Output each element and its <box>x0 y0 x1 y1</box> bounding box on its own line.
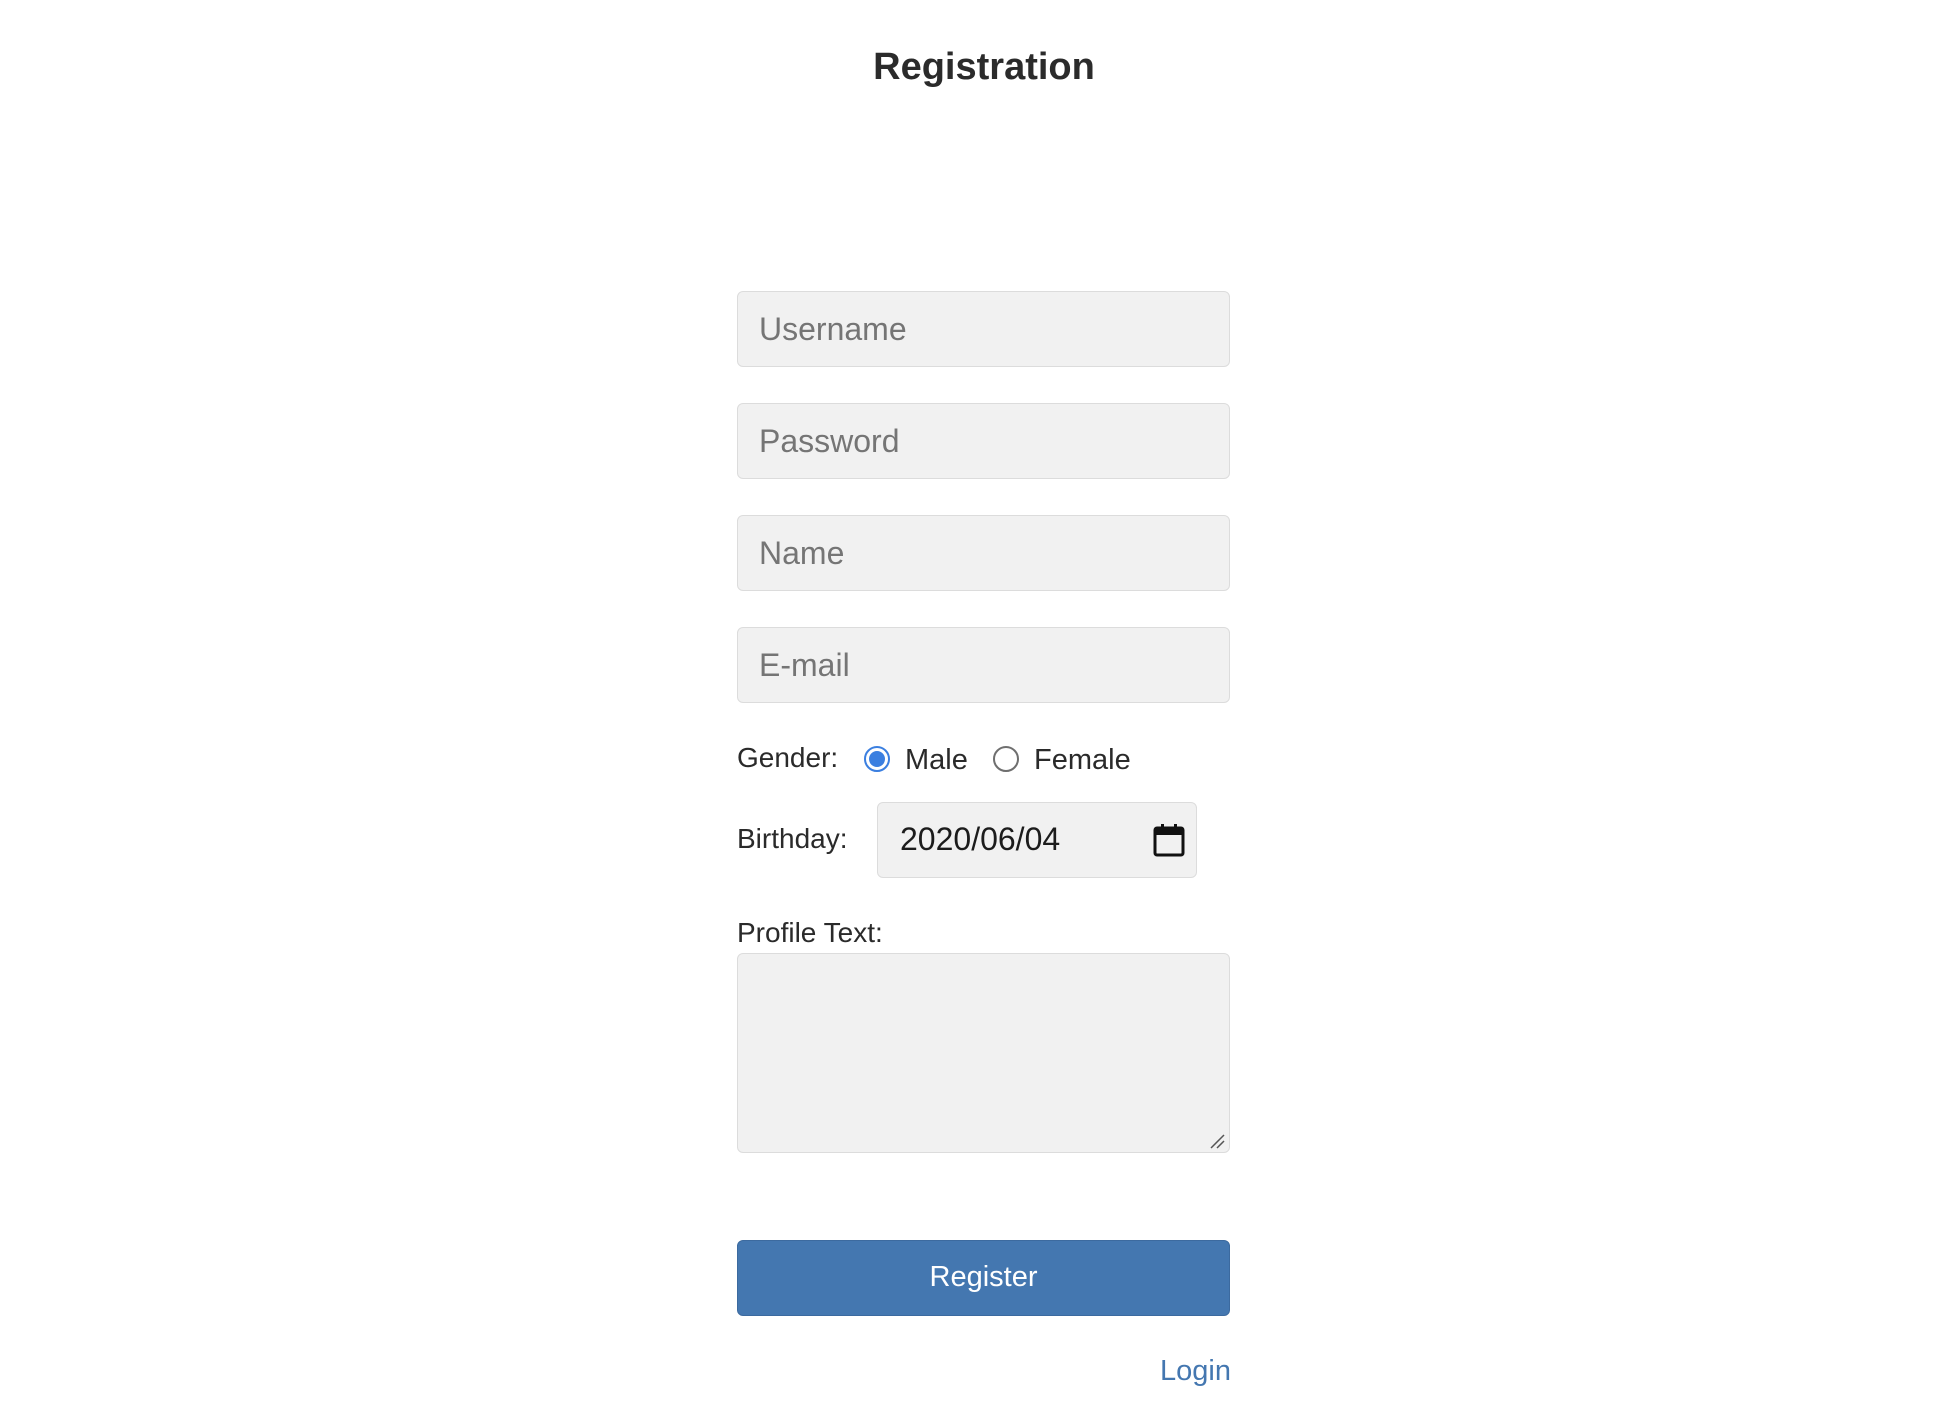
calendar-icon[interactable] <box>1153 823 1185 857</box>
gender-male-label[interactable]: Male <box>905 744 968 777</box>
gender-female-label[interactable]: Female <box>1034 744 1131 777</box>
login-link[interactable]: Login <box>1160 1355 1231 1388</box>
gender-label: Gender: <box>737 742 839 773</box>
name-field[interactable] <box>737 515 1230 591</box>
birthday-value[interactable]: 2020/06/04 <box>900 821 1060 858</box>
page-title: Registration <box>873 46 1095 88</box>
resize-handle-icon[interactable] <box>1209 1133 1225 1149</box>
registration-page: Registration Gender: Male Female Birthda… <box>0 0 1958 1402</box>
birthday-label: Birthday: <box>737 823 848 854</box>
username-field[interactable] <box>737 291 1230 367</box>
email-field[interactable] <box>737 627 1230 703</box>
gender-female-radio[interactable] <box>993 746 1019 772</box>
birthday-date-input[interactable]: 2020/06/04 <box>877 802 1197 878</box>
profile-text-label: Profile Text: <box>737 917 883 948</box>
gender-male-radio[interactable] <box>864 746 890 772</box>
profile-text-area[interactable] <box>737 953 1230 1153</box>
register-button[interactable]: Register <box>737 1240 1230 1316</box>
password-field[interactable] <box>737 403 1230 479</box>
